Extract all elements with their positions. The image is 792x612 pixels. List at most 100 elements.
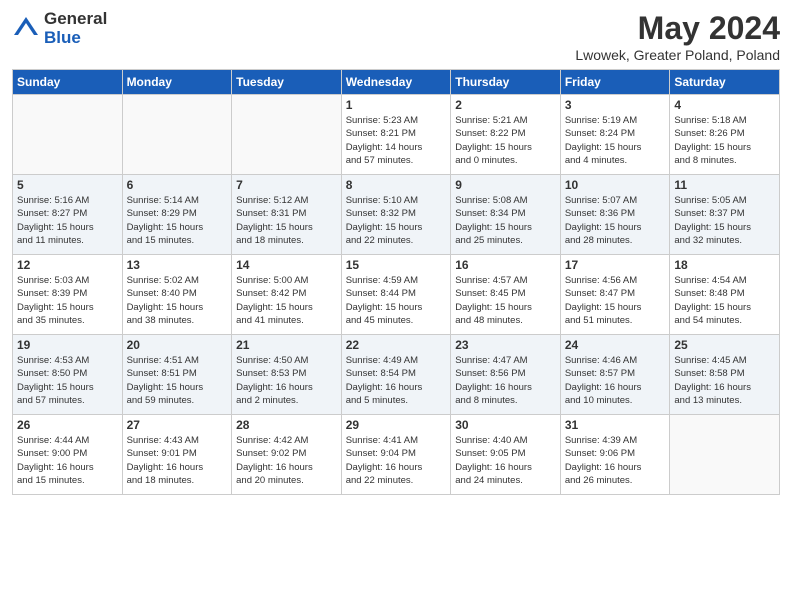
calendar-row-3: 19 Sunrise: 4:53 AMSunset: 8:50 PMDayligh… [13, 335, 780, 415]
day-info: Sunrise: 5:19 AMSunset: 8:24 PMDaylight:… [565, 114, 666, 167]
day-info: Sunrise: 5:18 AMSunset: 8:26 PMDaylight:… [674, 114, 775, 167]
day-number: 3 [565, 98, 666, 112]
day-info: Sunrise: 5:16 AMSunset: 8:27 PMDaylight:… [17, 194, 118, 247]
calendar-cell-0-0 [13, 95, 123, 175]
day-info: Sunrise: 4:47 AMSunset: 8:56 PMDaylight:… [455, 354, 556, 407]
day-number: 13 [127, 258, 228, 272]
col-friday: Friday [560, 70, 670, 95]
calendar-cell-3-2: 21 Sunrise: 4:50 AMSunset: 8:53 PMDayligh… [232, 335, 342, 415]
day-number: 17 [565, 258, 666, 272]
calendar-cell-1-2: 7Sunrise: 5:12 AMSunset: 8:31 PMDaylight… [232, 175, 342, 255]
calendar-cell-4-2: 28 Sunrise: 4:42 AMSunset: 9:02 PMDayligh… [232, 415, 342, 495]
day-info: Sunrise: 5:14 AMSunset: 8:29 PMDaylight:… [127, 194, 228, 247]
col-thursday: Thursday [451, 70, 561, 95]
calendar-row-4: 26 Sunrise: 4:44 AMSunset: 9:00 PMDayligh… [13, 415, 780, 495]
day-info: Sunrise: 4:42 AMSunset: 9:02 PMDaylight:… [236, 434, 337, 487]
calendar-cell-1-5: 10Sunrise: 5:07 AMSunset: 8:36 PMDayligh… [560, 175, 670, 255]
calendar-cell-4-4: 30Sunrise: 4:40 AMSunset: 9:05 PMDayligh… [451, 415, 561, 495]
day-info: Sunrise: 5:02 AMSunset: 8:40 PMDaylight:… [127, 274, 228, 327]
page: General Blue May 2024 Lwowek, Greater Po… [0, 0, 792, 612]
calendar-cell-1-6: 11Sunrise: 5:05 AMSunset: 8:37 PMDayligh… [670, 175, 780, 255]
calendar-cell-3-6: 25 Sunrise: 4:45 AMSunset: 8:58 PMDayligh… [670, 335, 780, 415]
calendar-row-0: 1 Sunrise: 5:23 AMSunset: 8:21 PMDaylight… [13, 95, 780, 175]
calendar-cell-0-4: 2 Sunrise: 5:21 AMSunset: 8:22 PMDaylight… [451, 95, 561, 175]
calendar-cell-1-4: 9Sunrise: 5:08 AMSunset: 8:34 PMDaylight… [451, 175, 561, 255]
calendar-cell-3-0: 19 Sunrise: 4:53 AMSunset: 8:50 PMDayligh… [13, 335, 123, 415]
day-info: Sunrise: 4:53 AMSunset: 8:50 PMDaylight:… [17, 354, 118, 407]
calendar-cell-3-1: 20 Sunrise: 4:51 AMSunset: 8:51 PMDayligh… [122, 335, 232, 415]
day-info: Sunrise: 4:59 AMSunset: 8:44 PMDaylight:… [346, 274, 447, 327]
day-info: Sunrise: 4:45 AMSunset: 8:58 PMDaylight:… [674, 354, 775, 407]
calendar-cell-1-3: 8 Sunrise: 5:10 AMSunset: 8:32 PMDaylight… [341, 175, 451, 255]
day-info: Sunrise: 4:49 AMSunset: 8:54 PMDaylight:… [346, 354, 447, 407]
day-info: Sunrise: 4:56 AMSunset: 8:47 PMDaylight:… [565, 274, 666, 327]
day-number: 11 [674, 178, 775, 192]
col-sunday: Sunday [13, 70, 123, 95]
day-info: Sunrise: 4:39 AMSunset: 9:06 PMDaylight:… [565, 434, 666, 487]
day-info: Sunrise: 4:51 AMSunset: 8:51 PMDaylight:… [127, 354, 228, 407]
main-title: May 2024 [575, 10, 780, 47]
calendar-cell-0-6: 4 Sunrise: 5:18 AMSunset: 8:26 PMDaylight… [670, 95, 780, 175]
calendar-cell-3-4: 23 Sunrise: 4:47 AMSunset: 8:56 PMDayligh… [451, 335, 561, 415]
day-number: 30 [455, 418, 556, 432]
calendar-header-row: Sunday Monday Tuesday Wednesday Thursday… [13, 70, 780, 95]
day-info: Sunrise: 5:12 AMSunset: 8:31 PMDaylight:… [236, 194, 337, 247]
calendar-cell-4-1: 27 Sunrise: 4:43 AMSunset: 9:01 PMDayligh… [122, 415, 232, 495]
day-number: 1 [346, 98, 447, 112]
calendar-cell-2-0: 12 Sunrise: 5:03 AMSunset: 8:39 PMDayligh… [13, 255, 123, 335]
day-info: Sunrise: 4:57 AMSunset: 8:45 PMDaylight:… [455, 274, 556, 327]
day-info: Sunrise: 5:10 AMSunset: 8:32 PMDaylight:… [346, 194, 447, 247]
calendar-cell-2-4: 16Sunrise: 4:57 AMSunset: 8:45 PMDayligh… [451, 255, 561, 335]
calendar: Sunday Monday Tuesday Wednesday Thursday… [12, 69, 780, 495]
logo-blue: Blue [44, 29, 107, 48]
day-number: 14 [236, 258, 337, 272]
day-number: 8 [346, 178, 447, 192]
calendar-cell-1-1: 6 Sunrise: 5:14 AMSunset: 8:29 PMDaylight… [122, 175, 232, 255]
day-number: 19 [17, 338, 118, 352]
day-number: 9 [455, 178, 556, 192]
day-info: Sunrise: 4:46 AMSunset: 8:57 PMDaylight:… [565, 354, 666, 407]
day-number: 10 [565, 178, 666, 192]
calendar-cell-0-3: 1 Sunrise: 5:23 AMSunset: 8:21 PMDaylight… [341, 95, 451, 175]
day-info: Sunrise: 4:50 AMSunset: 8:53 PMDaylight:… [236, 354, 337, 407]
day-info: Sunrise: 5:03 AMSunset: 8:39 PMDaylight:… [17, 274, 118, 327]
calendar-cell-0-2 [232, 95, 342, 175]
calendar-cell-0-5: 3 Sunrise: 5:19 AMSunset: 8:24 PMDaylight… [560, 95, 670, 175]
logo-text: General Blue [44, 10, 107, 47]
day-number: 12 [17, 258, 118, 272]
day-number: 22 [346, 338, 447, 352]
calendar-cell-4-0: 26 Sunrise: 4:44 AMSunset: 9:00 PMDayligh… [13, 415, 123, 495]
day-number: 18 [674, 258, 775, 272]
calendar-cell-2-1: 13 Sunrise: 5:02 AMSunset: 8:40 PMDayligh… [122, 255, 232, 335]
day-number: 4 [674, 98, 775, 112]
day-number: 15 [346, 258, 447, 272]
day-number: 6 [127, 178, 228, 192]
calendar-cell-2-5: 17 Sunrise: 4:56 AMSunset: 8:47 PMDayligh… [560, 255, 670, 335]
day-number: 23 [455, 338, 556, 352]
day-info: Sunrise: 5:21 AMSunset: 8:22 PMDaylight:… [455, 114, 556, 167]
day-info: Sunrise: 5:00 AMSunset: 8:42 PMDaylight:… [236, 274, 337, 327]
day-number: 27 [127, 418, 228, 432]
day-number: 25 [674, 338, 775, 352]
logo-icon [12, 15, 40, 43]
day-info: Sunrise: 4:43 AMSunset: 9:01 PMDaylight:… [127, 434, 228, 487]
calendar-row-1: 5 Sunrise: 5:16 AMSunset: 8:27 PMDaylight… [13, 175, 780, 255]
header: General Blue May 2024 Lwowek, Greater Po… [12, 10, 780, 63]
col-tuesday: Tuesday [232, 70, 342, 95]
day-info: Sunrise: 4:41 AMSunset: 9:04 PMDaylight:… [346, 434, 447, 487]
day-number: 2 [455, 98, 556, 112]
calendar-cell-3-5: 24Sunrise: 4:46 AMSunset: 8:57 PMDayligh… [560, 335, 670, 415]
day-info: Sunrise: 5:23 AMSunset: 8:21 PMDaylight:… [346, 114, 447, 167]
col-monday: Monday [122, 70, 232, 95]
day-info: Sunrise: 4:54 AMSunset: 8:48 PMDaylight:… [674, 274, 775, 327]
calendar-cell-1-0: 5 Sunrise: 5:16 AMSunset: 8:27 PMDaylight… [13, 175, 123, 255]
day-info: Sunrise: 4:44 AMSunset: 9:00 PMDaylight:… [17, 434, 118, 487]
calendar-cell-2-6: 18 Sunrise: 4:54 AMSunset: 8:48 PMDayligh… [670, 255, 780, 335]
day-number: 26 [17, 418, 118, 432]
day-number: 21 [236, 338, 337, 352]
day-number: 20 [127, 338, 228, 352]
day-number: 5 [17, 178, 118, 192]
day-number: 31 [565, 418, 666, 432]
calendar-cell-4-6 [670, 415, 780, 495]
day-number: 28 [236, 418, 337, 432]
